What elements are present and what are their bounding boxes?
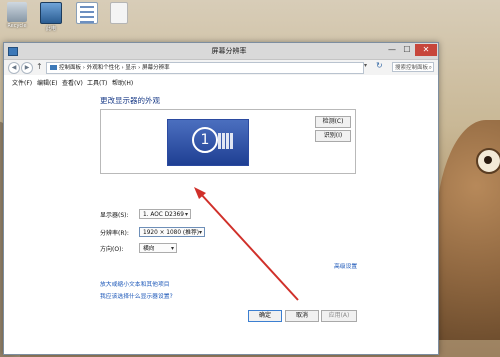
monitor-1-tile[interactable]: 1 [167, 119, 249, 166]
resolution-select[interactable]: 1920 × 1080 (推荐) ▾ [139, 227, 205, 237]
apply-button[interactable]: 应用(A) [321, 310, 357, 322]
monitor-screen-grid-icon [218, 133, 234, 149]
wallpaper-character-pupil [484, 156, 492, 164]
menu-help[interactable]: 帮助(H) [112, 78, 133, 87]
desktop-icon-file[interactable] [104, 2, 134, 25]
list-document-icon [76, 2, 98, 24]
advanced-settings-link[interactable]: 高级设置 [334, 261, 357, 270]
desktop-icon-label: Recycle [7, 23, 27, 29]
computer-icon [40, 2, 62, 24]
text-size-link[interactable]: 放大或缩小文本和其他项目 [100, 279, 170, 288]
watermark-logo [444, 282, 496, 342]
refresh-icon[interactable]: ↻ [376, 61, 383, 70]
search-icon: ⌕ [428, 64, 432, 71]
breadcrumb-path: 控制面板 › 外观和个性化 › 显示 › 屏幕分辨率 [59, 65, 170, 71]
screen-resolution-window: 屏幕分辨率 — ☐ ✕ ◀ ▶ ↑ 控制面板 › 外观和个性化 › 显示 › 屏… [3, 42, 439, 355]
cancel-button[interactable]: 取消 [285, 310, 319, 322]
breadcrumb[interactable]: 控制面板 › 外观和个性化 › 显示 › 屏幕分辨率 [46, 62, 364, 74]
chevron-down-icon: ▾ [184, 211, 188, 218]
recycle-bin-icon [7, 2, 27, 22]
menu-edit[interactable]: 编辑(E) [37, 78, 57, 87]
display-select-value: 1. AOC D2369 [143, 212, 184, 218]
close-button[interactable]: ✕ [415, 44, 437, 56]
search-input[interactable]: 搜索控制面板 ⌕ [392, 62, 434, 72]
resolution-label: 分辨率(R): [100, 230, 129, 237]
orientation-label: 方向(O): [100, 246, 124, 253]
page-title: 更改显示器的外观 [100, 96, 160, 105]
desktop-icon-computer[interactable]: 此电 [36, 2, 66, 32]
search-placeholder: 搜索控制面板 [395, 65, 429, 71]
desktop-icon-recycle-bin[interactable]: Recycle [2, 2, 32, 29]
display-settings-help-link[interactable]: 我应该选择什么显示器设置? [100, 291, 173, 300]
file-icon [110, 2, 128, 24]
maximize-button[interactable]: ☐ [400, 44, 414, 56]
display-preview: 1 检测(C) 识别(I) [100, 109, 356, 174]
detect-button[interactable]: 检测(C) [315, 116, 351, 128]
chevron-down-icon: ▾ [198, 229, 202, 236]
display-label: 显示器(S): [100, 212, 129, 219]
chevron-down-icon[interactable]: ▾ [364, 62, 367, 69]
orientation-select[interactable]: 横向 ▾ [139, 243, 177, 253]
forward-arrow-icon[interactable]: ▶ [21, 62, 33, 74]
window-title: 屏幕分辨率 [211, 47, 247, 55]
up-arrow-icon[interactable]: ↑ [36, 62, 43, 71]
chevron-down-icon: ▾ [170, 245, 174, 252]
main-content: 更改显示器的外观 1 检测(C) 识别(I) 显示器(S): 1. AOC D2… [4, 89, 438, 354]
monitor-number: 1 [192, 127, 218, 153]
control-panel-icon [50, 65, 57, 70]
display-select[interactable]: 1. AOC D2369 ▾ [139, 209, 191, 219]
minimize-button[interactable]: — [385, 44, 399, 56]
menu-tools[interactable]: 工具(T) [87, 78, 107, 87]
address-bar: ◀ ▶ ↑ 控制面板 › 外观和个性化 › 显示 › 屏幕分辨率 ▾ ↻ 搜索控… [4, 60, 438, 75]
desktop-icon-label: 此电 [45, 26, 56, 32]
menu-bar: 文件(F) 编辑(E) 查看(V) 工具(T) 帮助(H) [4, 76, 438, 88]
control-panel-icon [8, 47, 18, 56]
back-arrow-icon[interactable]: ◀ [8, 62, 20, 74]
identify-button[interactable]: 识别(I) [315, 130, 351, 142]
menu-view[interactable]: 查看(V) [62, 78, 83, 87]
desktop-icon-list-document[interactable] [72, 2, 102, 25]
orientation-select-value: 横向 [143, 246, 155, 252]
ok-button[interactable]: 确定 [248, 310, 282, 322]
resolution-select-value: 1920 × 1080 (推荐) [143, 230, 200, 236]
title-bar[interactable]: 屏幕分辨率 — ☐ ✕ [4, 43, 438, 60]
menu-file[interactable]: 文件(F) [12, 78, 32, 87]
